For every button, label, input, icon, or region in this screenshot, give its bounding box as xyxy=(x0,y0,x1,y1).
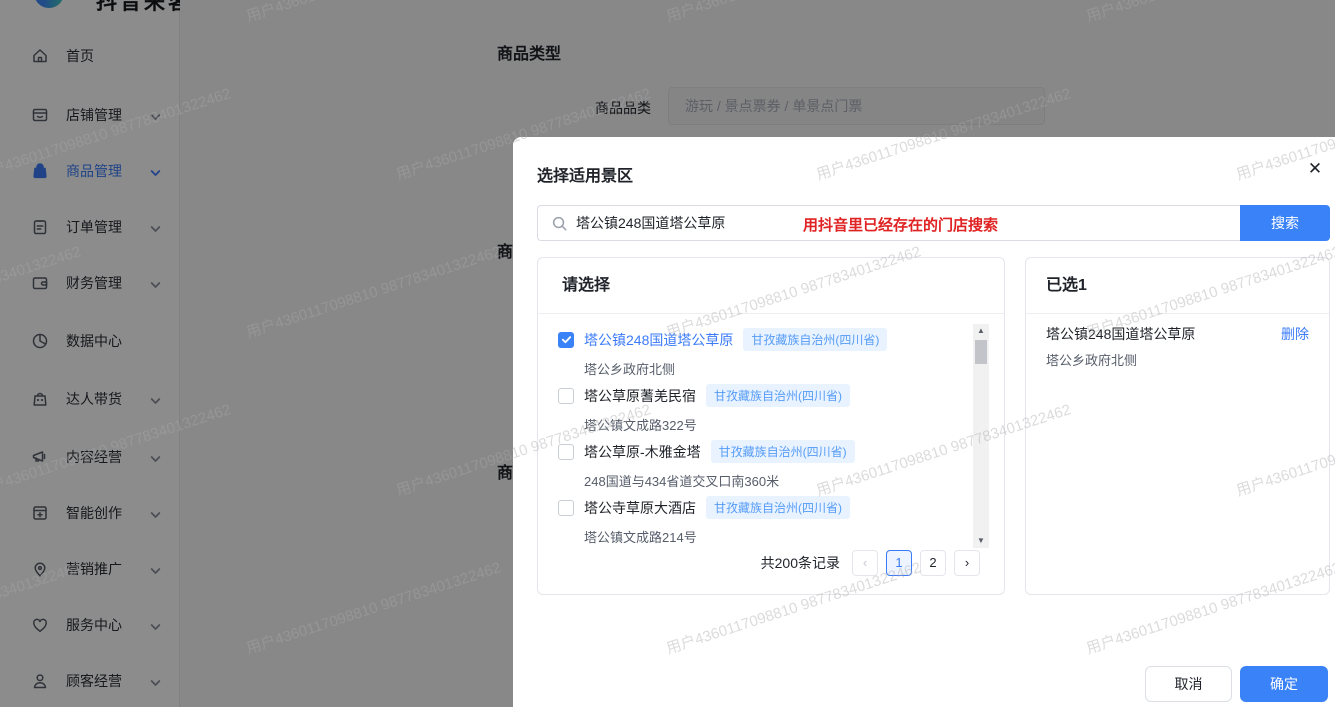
selected-panel: 已选1 塔公镇248国道塔公草原 删除 塔公乡政府北侧 xyxy=(1025,257,1330,595)
selected-item-subtitle: 塔公乡政府北侧 xyxy=(1046,350,1137,369)
candidate-panel-header: 请选择 xyxy=(538,258,1004,314)
selected-item-title: 塔公镇248国道塔公草原 xyxy=(1046,324,1195,344)
close-icon[interactable]: ✕ xyxy=(1305,159,1325,179)
pagination-total: 共200条记录 xyxy=(761,553,840,573)
pagination: 共200条记录 ‹ 1 2 › xyxy=(761,550,980,576)
scrollbar[interactable]: ▲ ▼ xyxy=(973,324,989,548)
pagination-prev-icon[interactable]: ‹ xyxy=(852,550,878,576)
selected-panel-header: 已选1 xyxy=(1026,258,1329,314)
delete-link[interactable]: 删除 xyxy=(1281,324,1309,344)
cancel-button[interactable]: 取消 xyxy=(1145,666,1232,702)
confirm-button[interactable]: 确定 xyxy=(1240,666,1328,702)
list-item[interactable]: 塔公寺草原大酒店 甘孜藏族自治州(四川省) 塔公镇文成路214号 xyxy=(538,496,968,548)
search-input[interactable]: 塔公镇248国道塔公草原 用抖音里已经存在的门店搜索 xyxy=(537,205,1240,241)
candidate-panel: 请选择 塔公镇248国道塔公草原 甘孜藏族自治州(四川省) 塔公乡政府北侧 塔公… xyxy=(537,257,1005,595)
search-input-value: 塔公镇248国道塔公草原 xyxy=(576,206,725,240)
checkbox-icon[interactable] xyxy=(558,388,574,404)
list-item[interactable]: 塔公草原-木雅金塔 甘孜藏族自治州(四川省) 248国道与434省道交叉口南36… xyxy=(538,440,968,492)
pagination-next-icon[interactable]: › xyxy=(954,550,980,576)
region-tag: 甘孜藏族自治州(四川省) xyxy=(706,384,850,407)
search-button[interactable]: 搜索 xyxy=(1240,205,1330,241)
list-item[interactable]: 塔公镇248国道塔公草原 甘孜藏族自治州(四川省) 塔公乡政府北侧 xyxy=(538,328,968,380)
scrollbar-thumb[interactable] xyxy=(975,340,987,364)
poi-title: 塔公镇248国道塔公草原 xyxy=(584,330,733,350)
region-tag: 甘孜藏族自治州(四川省) xyxy=(743,328,887,351)
pagination-page-2[interactable]: 2 xyxy=(920,550,946,576)
poi-subtitle: 塔公镇文成路214号 xyxy=(584,527,968,546)
checkbox-checked-icon[interactable] xyxy=(558,332,574,348)
search-annotation-note: 用抖音里已经存在的门店搜索 xyxy=(803,214,998,235)
pagination-page-1[interactable]: 1 xyxy=(886,550,912,576)
region-tag: 甘孜藏族自治州(四川省) xyxy=(711,440,855,463)
scroll-down-icon[interactable]: ▼ xyxy=(973,534,989,548)
search-icon xyxy=(551,215,568,237)
poi-subtitle: 塔公镇文成路322号 xyxy=(584,415,968,434)
checkbox-icon[interactable] xyxy=(558,444,574,460)
poi-subtitle: 塔公乡政府北侧 xyxy=(584,359,968,378)
checkbox-icon[interactable] xyxy=(558,500,574,516)
list-item[interactable]: 塔公草原蓍羌民宿 甘孜藏族自治州(四川省) 塔公镇文成路322号 xyxy=(538,384,968,436)
region-tag: 甘孜藏族自治州(四川省) xyxy=(706,496,850,519)
select-scenic-area-modal: 选择适用景区 ✕ 塔公镇248国道塔公草原 用抖音里已经存在的门店搜索 搜索 请… xyxy=(513,137,1335,707)
poi-title: 塔公草原蓍羌民宿 xyxy=(584,386,696,406)
scroll-up-icon[interactable]: ▲ xyxy=(973,324,989,338)
modal-title: 选择适用景区 xyxy=(537,162,633,186)
poi-subtitle: 248国道与434省道交叉口南360米 xyxy=(584,471,968,490)
poi-title: 塔公草原-木雅金塔 xyxy=(584,442,701,462)
poi-title: 塔公寺草原大酒店 xyxy=(584,498,696,518)
